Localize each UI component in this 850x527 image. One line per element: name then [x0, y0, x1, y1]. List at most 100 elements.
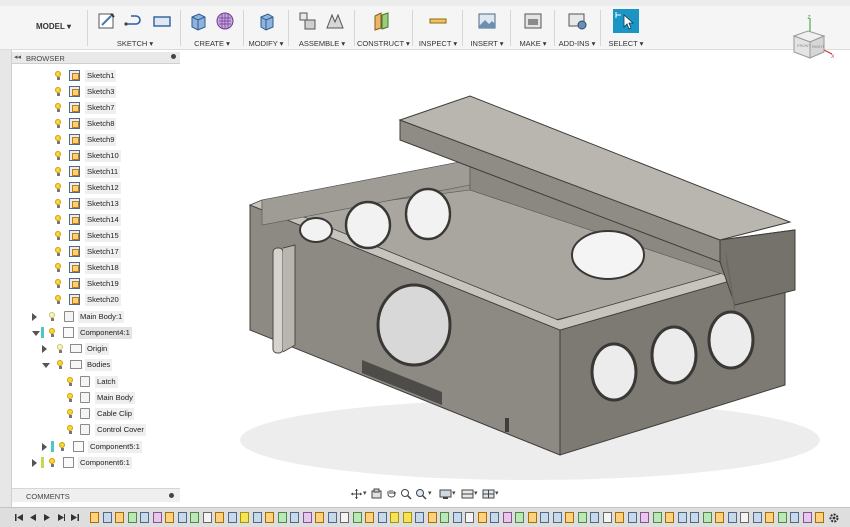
browser-header[interactable]: ◂◂ BROWSER [12, 52, 180, 64]
timeline-feature[interactable] [552, 512, 562, 523]
browser-item-sketch[interactable]: Sketch3 [52, 84, 182, 99]
timeline-feature[interactable] [177, 512, 187, 523]
timeline-feature[interactable] [615, 512, 624, 523]
browser-item-sketch[interactable]: Sketch1 [52, 68, 182, 83]
browser-item-sketch[interactable]: Sketch9 [52, 132, 182, 147]
timeline-feature[interactable] [327, 512, 337, 523]
collapse-arrow-icon[interactable] [32, 331, 40, 336]
timeline-feature[interactable] [265, 512, 274, 523]
visibility-bulb-icon[interactable] [54, 71, 62, 80]
browser-item-body[interactable]: Latch [64, 374, 194, 389]
modify-menu[interactable]: MODIFY ▾ [247, 39, 285, 48]
timeline-feature[interactable] [790, 512, 799, 523]
addins-menu[interactable]: ADD-INS ▾ [557, 39, 597, 48]
browser-item-sketch[interactable]: Sketch14 [52, 212, 182, 227]
timeline-feature[interactable] [302, 512, 312, 523]
browser-item-sketch[interactable]: Sketch15 [52, 228, 182, 243]
browser-item-component[interactable]: Component5:1 [42, 439, 172, 454]
visibility-bulb-icon[interactable] [66, 409, 74, 418]
select-icon[interactable] [613, 9, 639, 33]
expand-arrow-icon[interactable] [32, 459, 37, 467]
timeline-feature[interactable] [415, 512, 424, 523]
dropdown-arrow-icon[interactable]: ▾ [474, 489, 478, 497]
visibility-bulb-icon[interactable] [54, 199, 62, 208]
comments-panel[interactable]: COMMENTS [12, 488, 180, 502]
visibility-bulb-icon[interactable] [54, 119, 62, 128]
workspace-switcher[interactable]: MODEL ▾ [36, 22, 71, 31]
pin-icon[interactable] [169, 493, 174, 498]
timeline-feature[interactable] [477, 512, 487, 523]
timeline-feature[interactable] [765, 512, 774, 523]
make-menu[interactable]: MAKE ▾ [514, 39, 552, 48]
timeline-feature[interactable] [440, 512, 449, 523]
timeline-feature[interactable] [165, 512, 174, 523]
timeline-feature[interactable] [190, 512, 199, 523]
measure-icon[interactable] [427, 10, 449, 32]
browser-item-sketch[interactable]: Sketch8 [52, 116, 182, 131]
visibility-bulb-icon[interactable] [54, 279, 62, 288]
create-sketch-icon[interactable] [96, 10, 118, 32]
browser-item-sketch[interactable]: Sketch12 [52, 180, 182, 195]
viewports-icon[interactable] [482, 488, 495, 500]
timeline-feature[interactable] [815, 512, 824, 523]
step-back-icon[interactable] [28, 512, 38, 523]
dropdown-arrow-icon[interactable]: ▾ [428, 489, 432, 497]
visibility-bulb-icon[interactable] [48, 328, 56, 337]
timeline-feature[interactable] [277, 512, 287, 523]
visibility-bulb-icon[interactable] [48, 312, 56, 321]
browser-item-component[interactable]: Component4:1 [32, 325, 162, 340]
browser-item-body[interactable]: Control Cover [64, 422, 194, 437]
visibility-bulb-icon[interactable] [54, 151, 62, 160]
rewind-to-start-icon[interactable] [14, 512, 24, 523]
timeline-feature[interactable] [652, 512, 662, 523]
timeline-feature[interactable] [340, 512, 349, 523]
expand-arrow-icon[interactable] [32, 313, 37, 321]
timeline-feature[interactable] [290, 512, 299, 523]
timeline-feature[interactable] [715, 512, 724, 523]
timeline-feature[interactable] [577, 512, 587, 523]
timeline-feature[interactable] [465, 512, 474, 523]
timeline-feature[interactable] [202, 512, 212, 523]
timeline-feature[interactable] [515, 512, 524, 523]
skip-to-end-icon[interactable] [70, 512, 80, 523]
timeline-feature[interactable] [115, 512, 124, 523]
browser-item-sketch[interactable]: Sketch11 [52, 164, 182, 179]
timeline-feature[interactable] [127, 512, 137, 523]
visibility-bulb-icon[interactable] [54, 247, 62, 256]
timeline-feature[interactable] [402, 512, 412, 523]
browser-item-sketch[interactable]: Sketch7 [52, 100, 182, 115]
browser-item-sketch[interactable]: Sketch18 [52, 260, 182, 275]
create-menu[interactable]: CREATE ▾ [184, 39, 240, 48]
timeline-feature[interactable] [227, 512, 237, 523]
timeline-feature[interactable] [90, 512, 99, 523]
timeline-feature[interactable] [240, 512, 249, 523]
browser-item-sketch[interactable]: Sketch20 [52, 292, 182, 307]
timeline-feature[interactable] [152, 512, 162, 523]
new-component-icon[interactable] [296, 10, 318, 32]
press-pull-icon[interactable] [255, 10, 277, 32]
inspect-menu[interactable]: INSPECT ▾ [416, 39, 460, 48]
visibility-bulb-icon[interactable] [54, 183, 62, 192]
rectangle-icon[interactable] [151, 10, 173, 32]
grid-snaps-icon[interactable] [461, 488, 474, 500]
timeline-feature[interactable] [590, 512, 599, 523]
timeline-feature[interactable] [565, 512, 574, 523]
zoom-icon[interactable] [400, 488, 413, 500]
construct-menu[interactable]: CONSTRUCT ▾ [357, 39, 410, 48]
timeline-feature[interactable] [702, 512, 712, 523]
visibility-bulb-icon[interactable] [56, 360, 64, 369]
canvas-viewport[interactable] [182, 50, 850, 505]
display-settings-icon[interactable] [439, 488, 452, 500]
scripts-icon[interactable] [566, 10, 588, 32]
timeline-feature[interactable] [452, 512, 462, 523]
timeline-feature[interactable] [252, 512, 262, 523]
browser-item-component[interactable]: Main Body:1 [32, 309, 162, 324]
dropdown-arrow-icon[interactable]: ▾ [495, 489, 499, 497]
dropdown-arrow-icon[interactable]: ▾ [363, 489, 367, 497]
timeline-feature[interactable] [640, 512, 649, 523]
browser-item-body[interactable]: Main Body [64, 390, 194, 405]
insert-menu[interactable]: INSERT ▾ [466, 39, 508, 48]
timeline-feature[interactable] [490, 512, 499, 523]
timeline-feature[interactable] [802, 512, 812, 523]
timeline-feature[interactable] [777, 512, 787, 523]
